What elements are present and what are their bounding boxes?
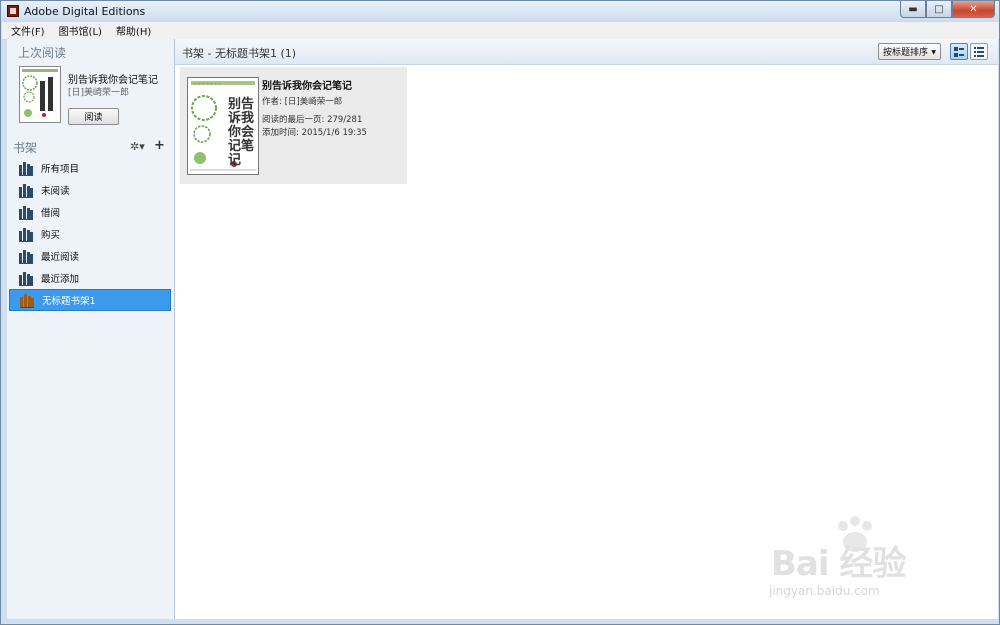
- book-card[interactable]: ~ ~ ~ ~ ~ ~ ~ 别告诉我你会记笔记 别告诉我你会记笔记 作者: [日…: [180, 67, 407, 184]
- shelf-item-label: 未阅读: [41, 186, 70, 197]
- shelf-item-recently-added[interactable]: 最近添加: [9, 267, 171, 289]
- shelf-item-recently-read[interactable]: 最近阅读: [9, 245, 171, 267]
- shelf-item-untitled-1[interactable]: 无标题书架1: [9, 289, 171, 311]
- bookshelf-icon: [19, 271, 33, 286]
- bookshelf-icon: [19, 249, 33, 264]
- shelf-item-label: 借阅: [41, 208, 61, 219]
- list-view-button[interactable]: [970, 43, 988, 60]
- baidu-watermark: Bai 经验 jingyan.baidu.com: [761, 516, 961, 606]
- shelf-item-purchased[interactable]: 购买: [9, 223, 171, 245]
- book-cover[interactable]: ~ ~ ~ ~ ~ ~ ~ 别告诉我你会记笔记: [187, 77, 259, 175]
- main-header: 书架 - 无标题书架1 (1) 按标题排序 ▼: [175, 39, 998, 65]
- shelf-list: 所有项目 未阅读 借阅 购买 最近阅读 最近添加 无标题书架1: [7, 157, 174, 311]
- bookshelf-icon: [20, 293, 34, 308]
- last-read-book-cover[interactable]: [19, 66, 61, 123]
- app-window: Adobe Digital Editions ▬ □ ✕ 文件(F) 图书馆(L…: [0, 0, 1000, 625]
- book-added-time: 添加时间: 2015/1/6 19:35: [262, 128, 367, 138]
- shelf-item-label: 所有项目: [41, 164, 80, 175]
- sidebar: 上次阅读 别告诉我你会记笔记 [日]美崎荣一郎 阅读 书架 ✲▾ + 所有项目: [7, 39, 175, 619]
- shelf-item-label: 购买: [41, 230, 61, 241]
- add-shelf-icon[interactable]: +: [154, 138, 165, 153]
- list-view-icon: [974, 46, 984, 57]
- bookshelf-icon: [19, 227, 33, 242]
- book-title[interactable]: 别告诉我你会记笔记: [262, 77, 352, 92]
- adobe-de-app-icon: [7, 5, 19, 17]
- detail-view-button[interactable]: [950, 43, 968, 60]
- detail-view-icon: [954, 46, 964, 57]
- shelf-title: 书架 - 无标题书架1 (1): [182, 47, 297, 60]
- last-read-book-author: [日]美崎荣一郎: [68, 88, 130, 98]
- sort-dropdown[interactable]: 按标题排序 ▼: [878, 43, 941, 60]
- last-read-book-title[interactable]: 别告诉我你会记笔记: [68, 71, 158, 86]
- bookshelf-icon: [19, 183, 33, 198]
- svg-text:~ ~ ~ ~ ~ ~ ~: ~ ~ ~ ~ ~ ~ ~: [194, 82, 221, 86]
- last-read-heading: 上次阅读: [18, 46, 67, 60]
- status-bar: [1, 619, 999, 624]
- minimize-button[interactable]: ▬: [900, 1, 926, 18]
- chevron-down-icon: ▼: [931, 49, 936, 56]
- shelf-item-borrowed[interactable]: 借阅: [9, 201, 171, 223]
- shelf-item-unread[interactable]: 未阅读: [9, 179, 171, 201]
- menu-help[interactable]: 帮助(H): [107, 23, 156, 38]
- shelf-item-all[interactable]: 所有项目: [9, 157, 171, 179]
- gear-icon[interactable]: ✲▾: [130, 140, 145, 153]
- shelves-heading: 书架: [13, 141, 38, 155]
- book-cover-art-icon: [20, 67, 60, 122]
- menu-library[interactable]: 图书馆(L): [50, 23, 107, 38]
- watermark-text: Bai 经验: [771, 544, 906, 584]
- window-title: Adobe Digital Editions: [24, 5, 146, 18]
- close-button[interactable]: ✕: [952, 1, 995, 18]
- bookshelf-icon: [19, 161, 33, 176]
- book-progress: 阅读的最后一页: 279/281: [262, 115, 363, 125]
- shelf-item-label: 最近阅读: [41, 252, 80, 263]
- shelf-item-label: 最近添加: [41, 274, 80, 285]
- bookshelf-icon: [19, 205, 33, 220]
- window-controls: ▬ □ ✕: [900, 1, 995, 18]
- sort-dropdown-label: 按标题排序: [883, 48, 929, 58]
- shelf-item-label: 无标题书架1: [42, 296, 96, 307]
- watermark-url: jingyan.baidu.com: [769, 584, 880, 598]
- cover-title-text: 别告诉我你会记笔记: [228, 97, 255, 168]
- read-button[interactable]: 阅读: [68, 108, 119, 125]
- title-bar[interactable]: Adobe Digital Editions ▬ □ ✕: [1, 1, 999, 22]
- menu-bar: 文件(F) 图书馆(L) 帮助(H): [2, 22, 999, 40]
- menu-file[interactable]: 文件(F): [2, 23, 50, 38]
- maximize-button[interactable]: □: [926, 1, 952, 18]
- book-author: 作者: [日]美崎荣一郎: [262, 97, 343, 107]
